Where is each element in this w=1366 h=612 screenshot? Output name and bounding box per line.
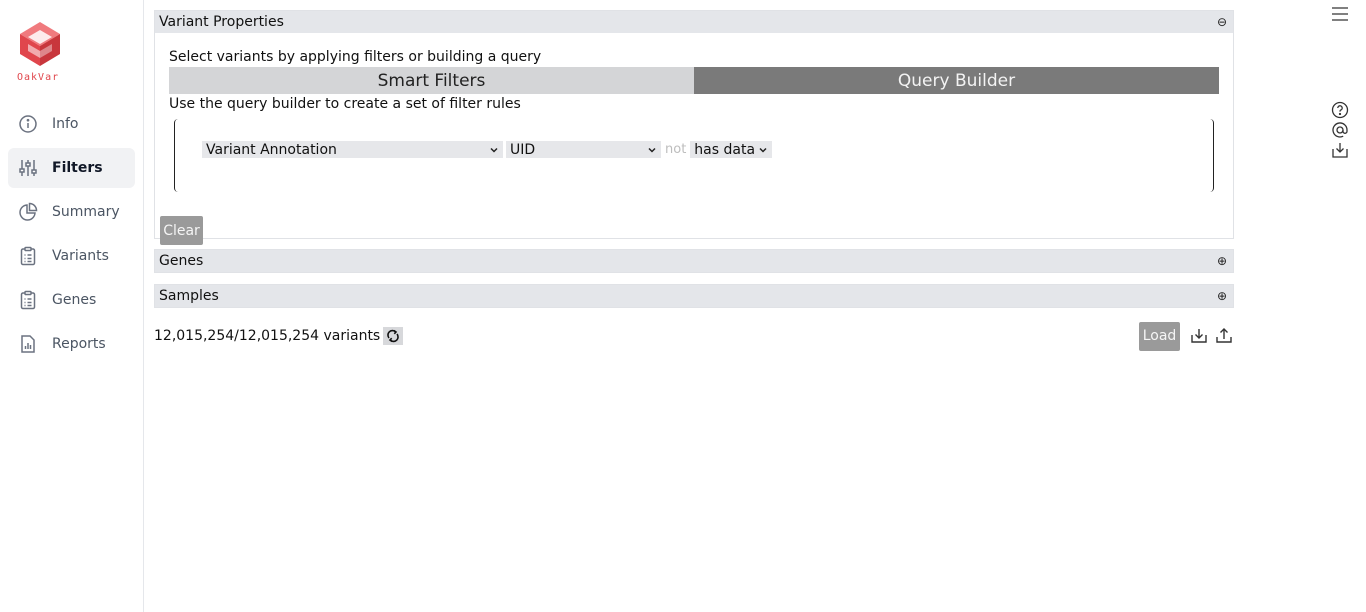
field-select[interactable]: UID bbox=[506, 141, 661, 158]
at-sign-icon[interactable] bbox=[1331, 121, 1349, 139]
operator-value: has data bbox=[694, 141, 756, 158]
sidebar-nav: Info Filters Summary Variants Genes Repo… bbox=[8, 104, 135, 368]
sidebar-item-genes[interactable]: Genes bbox=[8, 280, 135, 320]
sidebar-item-label: Summary bbox=[52, 204, 120, 220]
sidebar-item-label: Reports bbox=[52, 336, 106, 352]
sidebar-item-label: Info bbox=[52, 116, 79, 132]
variant-properties-panel: Variant Properties ⊖ Select variants by … bbox=[154, 10, 1234, 245]
variant-count-text: 12,015,254/12,015,254 variants bbox=[154, 328, 381, 344]
negate-toggle[interactable]: not bbox=[665, 142, 686, 157]
column-group-select[interactable]: Variant Annotation bbox=[202, 141, 503, 158]
operator-select[interactable]: has data bbox=[690, 141, 773, 158]
sidebar-item-filters[interactable]: Filters bbox=[8, 148, 135, 188]
query-builder-description: Use the query builder to create a set of… bbox=[169, 96, 521, 112]
info-icon bbox=[18, 114, 38, 134]
field-value: UID bbox=[510, 141, 536, 158]
sidebar-item-summary[interactable]: Summary bbox=[8, 192, 135, 232]
filter-mode-tabs: Smart Filters Query Builder bbox=[169, 67, 1219, 94]
panel-title: Genes bbox=[159, 253, 204, 269]
sidebar-item-variants[interactable]: Variants bbox=[8, 236, 135, 276]
chevron-down-icon bbox=[647, 145, 657, 155]
collapse-icon[interactable]: ⊖ bbox=[1217, 15, 1227, 29]
samples-panel: Samples ⊕ bbox=[154, 284, 1234, 308]
sidebar-item-label: Variants bbox=[52, 248, 109, 264]
upload-filter-icon[interactable] bbox=[1214, 326, 1234, 346]
sidebar-item-reports[interactable]: Reports bbox=[8, 324, 135, 364]
expand-icon[interactable]: ⊕ bbox=[1217, 254, 1227, 268]
oakvar-logo-mark bbox=[20, 22, 60, 66]
chevron-down-icon bbox=[489, 145, 499, 155]
chevron-down-icon bbox=[758, 145, 768, 155]
tab-smart-filters[interactable]: Smart Filters bbox=[169, 67, 694, 94]
variant-properties-subtitle: Select variants by applying filters or b… bbox=[169, 49, 542, 65]
variant-count: 12,015,254/12,015,254 variants bbox=[154, 327, 404, 345]
variant-properties-body: Select variants by applying filters or b… bbox=[155, 33, 1233, 245]
main-content: Variant Properties ⊖ Select variants by … bbox=[154, 10, 1234, 351]
filter-footer: 12,015,254/12,015,254 variants Load bbox=[154, 321, 1234, 351]
genes-header[interactable]: Genes ⊕ bbox=[155, 250, 1233, 272]
panel-title: Samples bbox=[159, 288, 219, 304]
save-filter-icon[interactable] bbox=[1189, 326, 1209, 346]
expand-icon[interactable]: ⊕ bbox=[1217, 289, 1227, 303]
sliders-icon bbox=[18, 158, 38, 178]
column-group-value: Variant Annotation bbox=[206, 141, 337, 158]
variant-properties-header[interactable]: Variant Properties ⊖ bbox=[155, 11, 1233, 33]
query-rule-group: Variant Annotation UID not has data bbox=[174, 119, 1214, 192]
query-rule: Variant Annotation UID not has data bbox=[202, 141, 773, 158]
refresh-icon[interactable] bbox=[383, 327, 404, 345]
pie-chart-icon bbox=[18, 202, 38, 222]
filter-actions: Load bbox=[1139, 321, 1234, 351]
sidebar-item-label: Genes bbox=[52, 292, 97, 308]
sidebar: OakVar Info Filters Summary Variants Gen… bbox=[0, 0, 144, 612]
oakvar-logo[interactable] bbox=[16, 20, 64, 68]
clipboard-list-icon bbox=[18, 246, 38, 266]
samples-header[interactable]: Samples ⊕ bbox=[155, 285, 1233, 307]
document-chart-icon bbox=[18, 334, 38, 354]
help-icon[interactable] bbox=[1331, 101, 1349, 119]
clipboard-list-icon bbox=[18, 290, 38, 310]
download-icon[interactable] bbox=[1331, 141, 1349, 159]
tab-query-builder[interactable]: Query Builder bbox=[694, 67, 1219, 94]
load-button[interactable]: Load bbox=[1139, 321, 1180, 351]
clear-button[interactable]: Clear bbox=[160, 216, 203, 245]
sidebar-item-info[interactable]: Info bbox=[8, 104, 135, 144]
genes-panel: Genes ⊕ bbox=[154, 249, 1234, 273]
panel-title: Variant Properties bbox=[159, 14, 284, 30]
logo-text: OakVar bbox=[17, 72, 60, 83]
sidebar-item-label: Filters bbox=[52, 160, 103, 176]
menu-icon[interactable] bbox=[1331, 6, 1349, 22]
